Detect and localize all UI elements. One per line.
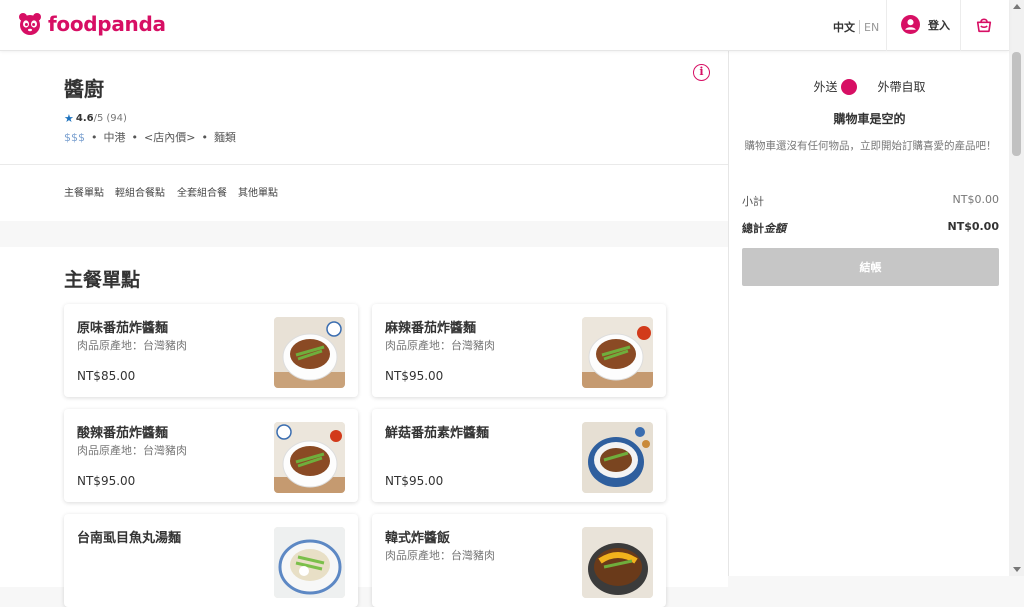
item-photo xyxy=(274,317,345,388)
vendor-name: 醬廚 xyxy=(64,77,104,101)
item-photo xyxy=(582,317,653,388)
tab-main-dishes[interactable]: 主餐單點 xyxy=(64,184,104,199)
item-price: NT$85.00 xyxy=(77,369,136,383)
item-description: 肉品原產地：台灣豬肉 xyxy=(77,339,187,352)
rating-scale: /5 xyxy=(93,113,104,124)
page-scrollbar[interactable] xyxy=(1009,0,1024,576)
item-name: 酸辣番茄炸醬麵 xyxy=(77,426,169,441)
delivery-option[interactable]: 外送 xyxy=(813,78,837,95)
shopping-bag-icon xyxy=(976,18,992,33)
item-price: NT$95.00 xyxy=(385,474,444,488)
item-name: 台南虱目魚丸湯麵 xyxy=(77,531,182,546)
menu-section-main: 主餐單點 原味番茄炸醬麵 肉品原產地：台灣豬肉 NT$85.00 麻辣番茄炸醬麵… xyxy=(0,247,728,607)
category-tag: 麵類 xyxy=(213,131,236,144)
vendor-tags: $$$ • 中港 • <店內價> • 麵類 xyxy=(64,129,236,145)
login-label: 登入 xyxy=(928,18,950,32)
menu-item-card[interactable]: 原味番茄炸醬麵 肉品原產地：台灣豬肉 NT$85.00 xyxy=(64,304,358,397)
delivery-pickup-switch[interactable] xyxy=(840,78,875,95)
cart-title: 購物車是空的 xyxy=(833,112,906,126)
star-icon: ★ xyxy=(64,112,74,125)
item-photo xyxy=(582,422,653,493)
menu-item-card[interactable]: 台南虱目魚丸湯麵 xyxy=(64,514,358,607)
menu-item-card[interactable]: 麻辣番茄炸醬麵 肉品原產地：台灣豬肉 NT$95.00 xyxy=(372,304,666,397)
item-price: NT$95.00 xyxy=(385,369,444,383)
brand-logo[interactable]: foodpanda xyxy=(18,12,166,36)
tab-light-combo[interactable]: 輕組合餐點 xyxy=(115,184,165,199)
total-value: NT$0.00 xyxy=(947,220,999,233)
total-row: 總計金額 NT$0.00 xyxy=(742,220,999,236)
tag-separator: • xyxy=(131,131,139,144)
scrollbar-thumb[interactable] xyxy=(1012,52,1021,156)
menu-item-card[interactable]: 酸辣番茄炸醬麵 肉品原產地：台灣豬肉 NT$95.00 xyxy=(64,409,358,502)
tag-separator: • xyxy=(91,131,98,144)
item-photo xyxy=(582,527,653,598)
item-photo xyxy=(274,422,345,493)
menu-item-card[interactable]: 韓式炸醬飯 肉品原產地：台灣豬肉 xyxy=(372,514,666,607)
price-level-tag: $$$ xyxy=(64,131,85,144)
item-photo xyxy=(274,527,345,598)
language-switcher: 中文 EN xyxy=(833,19,879,35)
item-name: 原味番茄炸醬麵 xyxy=(77,321,169,336)
item-name: 麻辣番茄炸醬麵 xyxy=(385,321,477,336)
cart-empty-message: 購物車還沒有任何物品，立即開始訂購喜愛的產品吧！ xyxy=(744,140,997,152)
tag-separator: • xyxy=(201,131,208,144)
subtotal-value: NT$0.00 xyxy=(952,193,999,206)
subtotal-label: 小計 xyxy=(742,195,764,208)
divider xyxy=(0,164,728,165)
top-header: foodpanda 中文 EN 登入 xyxy=(0,0,1009,51)
brand-name: foodpanda xyxy=(48,12,166,36)
item-description: 肉品原產地：台灣豬肉 xyxy=(385,549,495,562)
item-price: NT$95.00 xyxy=(77,474,136,488)
scroll-down-arrow[interactable] xyxy=(1013,567,1021,572)
tab-full-combo[interactable]: 全套組合餐 xyxy=(177,184,227,199)
item-name: 韓式炸醬飯 xyxy=(385,531,451,546)
cuisine-tag: 中港 xyxy=(103,131,126,144)
item-description: 肉品原產地：台灣豬肉 xyxy=(77,444,187,457)
user-avatar-icon xyxy=(901,15,920,34)
login-button[interactable]: 登入 xyxy=(901,15,950,34)
header-divider xyxy=(960,0,961,51)
pricing-tag: <店內價> xyxy=(144,131,196,144)
total-label: 總計金額 xyxy=(742,222,786,235)
vendor-rating[interactable]: ★ 4.6 /5 (94) xyxy=(64,112,127,125)
checkout-button[interactable]: 結帳 xyxy=(742,248,999,286)
section-title: 主餐單點 xyxy=(64,269,141,291)
cart-bag-button[interactable] xyxy=(975,16,993,38)
lang-separator xyxy=(859,20,860,34)
rating-score: 4.6 xyxy=(75,113,94,124)
panda-logo-icon xyxy=(19,13,41,35)
header-divider xyxy=(886,0,887,51)
tab-other-items[interactable]: 其他單點 xyxy=(238,184,278,199)
subtotal-row: 小計 NT$0.00 xyxy=(742,193,999,209)
lang-zh-option[interactable]: 中文 xyxy=(833,19,855,35)
scroll-up-arrow[interactable] xyxy=(1013,4,1021,9)
vendor-info-card: 醬廚 i ★ 4.6 /5 (94) $$$ • 中港 • <店內價> • 麵類 主餐單點 … xyxy=(0,51,728,221)
item-description: 肉品原產地：台灣豬肉 xyxy=(385,339,495,352)
info-icon[interactable]: i xyxy=(693,64,710,81)
switch-knob xyxy=(840,78,857,95)
delivery-mode-toggle: 外送 外帶自取 xyxy=(729,78,1010,95)
pickup-option[interactable]: 外帶自取 xyxy=(878,78,926,95)
lang-en-option[interactable]: EN xyxy=(864,21,879,34)
menu-item-card[interactable]: 鮮菇番茄素炸醬麵 NT$95.00 xyxy=(372,409,666,502)
main-content: 醬廚 i ★ 4.6 /5 (94) $$$ • 中港 • <店內價> • 麵類 主餐單點 … xyxy=(0,51,728,607)
rating-count: (94) xyxy=(106,113,127,124)
cart-panel: 外送 外帶自取 購物車是空的 購物車還沒有任何物品，立即開始訂購喜愛的產品吧！ … xyxy=(728,51,1009,576)
item-name: 鮮菇番茄素炸醬麵 xyxy=(385,426,490,441)
